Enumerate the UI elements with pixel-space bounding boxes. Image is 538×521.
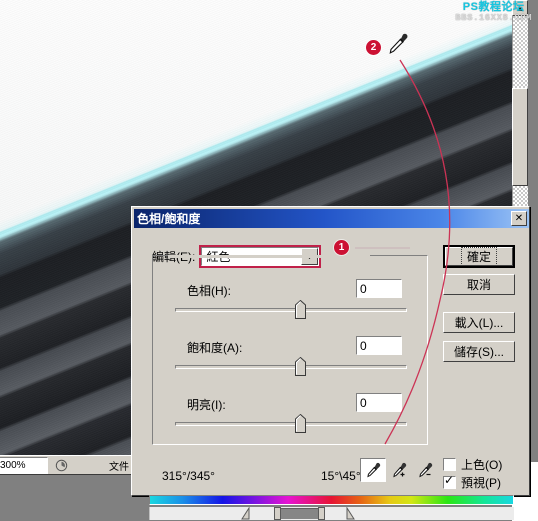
cancel-button[interactable]: 取消 xyxy=(443,274,515,295)
document-info-label: 文件 xyxy=(109,461,129,473)
annotation-badge-1: 1 xyxy=(334,240,349,255)
save-button-label: 儲存(S)... xyxy=(454,345,504,359)
group-box-label-gap xyxy=(168,255,370,258)
ok-button-label: 確定 xyxy=(460,247,497,266)
range-handle-right[interactable] xyxy=(318,507,325,520)
saturation-value-field[interactable]: 0 xyxy=(356,336,402,355)
color-spectrum-control xyxy=(149,495,514,521)
falloff-handle-right[interactable] xyxy=(346,506,355,520)
range-handle-left[interactable] xyxy=(274,507,281,520)
hue-value: 0 xyxy=(360,281,367,296)
hue-slider-thumb[interactable] xyxy=(295,299,306,319)
zoom-level-field[interactable]: 300% xyxy=(0,456,48,474)
eyedropper-plus-icon[interactable] xyxy=(386,458,412,482)
saturation-value: 0 xyxy=(360,338,367,353)
range-left-readout: 315°/345° xyxy=(162,469,215,483)
vertical-scrollbar-thumb[interactable] xyxy=(512,88,528,186)
lightness-value: 0 xyxy=(360,395,367,410)
photoshop-window: PS教程论坛 BBS.16XX8.COM 300% 文件 色相/飽和度 ✕ 編輯… xyxy=(0,0,538,521)
adjustment-group-box: 色相(H): 0 飽和度(A): 0 明亮(I): 0 xyxy=(152,255,428,445)
hue-saturation-dialog: 色相/飽和度 ✕ 編輯(E): 紅色 色相(H): xyxy=(131,206,531,520)
dialog-title-bar[interactable]: 色相/飽和度 ✕ xyxy=(134,209,529,228)
load-button-label: 載入(L)... xyxy=(454,316,504,330)
save-button[interactable]: 儲存(S)... xyxy=(443,341,515,362)
hue-label: 色相(H): xyxy=(187,284,231,298)
colorize-checkbox-box[interactable] xyxy=(443,458,456,471)
zoom-level-value: 300% xyxy=(0,459,26,471)
range-core-bar[interactable] xyxy=(277,508,321,519)
saturation-slider-thumb[interactable] xyxy=(295,356,306,376)
range-right-readout: 15°\45° xyxy=(321,469,361,483)
spectrum-bar-source xyxy=(149,495,514,505)
hue-slider-track[interactable] xyxy=(175,308,407,312)
clock-icon[interactable] xyxy=(51,456,71,474)
colorize-label: 上色(O) xyxy=(461,458,503,472)
cancel-button-label: 取消 xyxy=(466,278,491,292)
dialog-title: 色相/飽和度 xyxy=(137,212,201,226)
scroll-up-button[interactable] xyxy=(512,0,528,16)
falloff-handle-left[interactable] xyxy=(241,506,250,520)
eyedropper-button-group xyxy=(360,458,438,482)
lightness-label: 明亮(I): xyxy=(187,398,226,412)
ok-button[interactable]: 確定 xyxy=(443,245,515,268)
preview-label: 預視(P) xyxy=(461,476,501,490)
close-icon[interactable]: ✕ xyxy=(511,211,527,226)
saturation-slider-track[interactable] xyxy=(175,365,407,369)
annotation-badge-2: 2 xyxy=(366,40,381,55)
eyedropper-icon[interactable] xyxy=(360,458,386,482)
lightness-value-field[interactable]: 0 xyxy=(356,393,402,412)
load-button[interactable]: 載入(L)... xyxy=(443,312,515,333)
eyedropper-cursor xyxy=(388,33,410,57)
lightness-slider-thumb[interactable] xyxy=(295,413,306,433)
dialog-body: 編輯(E): 紅色 色相(H): 0 xyxy=(132,229,531,520)
colorize-checkbox[interactable]: 上色(O) xyxy=(443,456,502,473)
preview-checkbox[interactable]: 預視(P) xyxy=(443,474,501,491)
eyedropper-minus-icon[interactable] xyxy=(412,458,438,482)
spectrum-gradient-source xyxy=(150,496,513,504)
preview-checkbox-box[interactable] xyxy=(443,474,456,489)
lightness-slider-track[interactable] xyxy=(175,422,407,426)
spectrum-range-band[interactable] xyxy=(149,506,514,520)
hue-value-field[interactable]: 0 xyxy=(356,279,402,298)
saturation-label: 飽和度(A): xyxy=(187,341,243,355)
